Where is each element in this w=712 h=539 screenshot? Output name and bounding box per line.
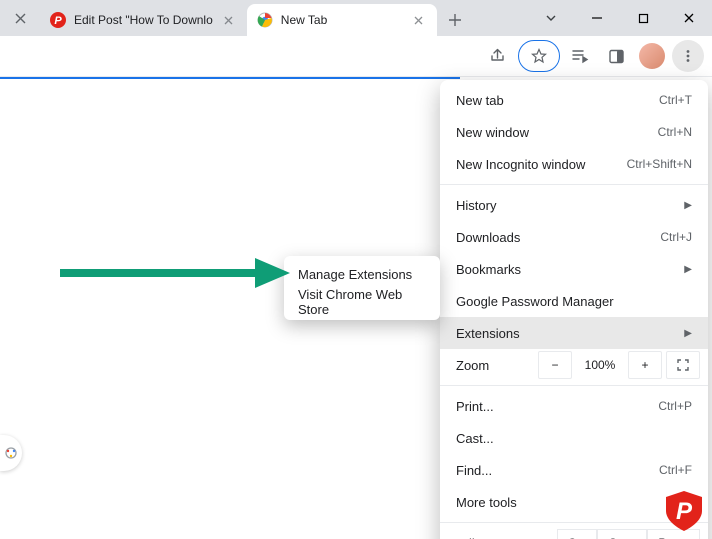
share-icon [489, 47, 507, 65]
menu-history[interactable]: History▶ [440, 189, 708, 221]
side-floating-button[interactable] [0, 435, 22, 471]
menu-cast[interactable]: Cast... [440, 422, 708, 454]
edit-copy-button[interactable]: Copy [597, 529, 647, 539]
favicon-p-icon: P [50, 12, 66, 28]
chevron-right-icon: ▶ [684, 200, 692, 211]
tab-active[interactable]: New Tab [247, 4, 437, 36]
chrome-favicon-icon [257, 12, 273, 28]
maximize-icon [638, 13, 649, 24]
menu-password-manager[interactable]: Google Password Manager [440, 285, 708, 317]
submenu-manage-extensions[interactable]: Manage Extensions [284, 260, 440, 288]
chevron-down-icon [545, 12, 557, 24]
annotation-arrow [60, 258, 290, 288]
chrome-menu-button[interactable] [672, 40, 704, 72]
zoom-label: Zoom [456, 358, 534, 373]
close-icon [414, 16, 423, 25]
watermark-logo: P [662, 489, 706, 533]
arrow-icon [60, 258, 290, 288]
menu-find[interactable]: Find...Ctrl+F [440, 454, 708, 486]
side-panel-icon [608, 48, 625, 65]
window-maximize[interactable] [620, 0, 666, 36]
zoom-out-button[interactable]: − [538, 351, 572, 379]
tab-title: Edit Post "How To Downlo [74, 13, 213, 27]
playlist-icon [571, 47, 589, 65]
kebab-icon [681, 49, 695, 63]
star-icon [531, 48, 547, 64]
bookmark-button[interactable] [518, 40, 560, 72]
svg-text:P: P [676, 498, 693, 525]
edit-label: Edit [456, 536, 557, 539]
new-tab-button[interactable] [441, 6, 469, 34]
tab-strip: P Edit Post "How To Downlo New Tab [0, 0, 712, 36]
menu-zoom-row: Zoom − 100% + [440, 349, 708, 381]
tab-inactive-1[interactable]: P Edit Post "How To Downlo [40, 4, 247, 36]
zoom-value: 100% [576, 352, 624, 378]
zoom-in-button[interactable]: + [628, 351, 662, 379]
menu-divider [440, 184, 708, 185]
share-button[interactable] [482, 40, 514, 72]
fullscreen-icon [677, 359, 689, 371]
close-icon [224, 16, 233, 25]
window-close[interactable] [666, 0, 712, 36]
profile-avatar[interactable] [636, 40, 668, 72]
sparkle-icon [3, 445, 19, 461]
plus-icon [448, 13, 462, 27]
submenu-visit-webstore[interactable]: Visit Chrome Web Store [284, 288, 440, 316]
menu-downloads[interactable]: DownloadsCtrl+J [440, 221, 708, 253]
avatar-icon [639, 43, 665, 69]
chevron-right-icon: ▶ [684, 264, 692, 275]
chevron-right-icon: ▶ [684, 328, 692, 339]
toolbar [0, 36, 712, 77]
tab-close-button[interactable] [221, 12, 237, 28]
dropdown-indicator[interactable] [528, 0, 574, 36]
tab-close-button[interactable] [411, 12, 427, 28]
close-icon [683, 12, 695, 24]
close-icon [15, 13, 26, 24]
chrome-main-menu: New tabCtrl+T New windowCtrl+N New Incog… [440, 80, 708, 539]
menu-extensions[interactable]: Extensions▶ [440, 317, 708, 349]
menu-print[interactable]: Print...Ctrl+P [440, 390, 708, 422]
reading-list-button[interactable] [564, 40, 596, 72]
menu-new-window[interactable]: New windowCtrl+N [440, 116, 708, 148]
menu-new-tab[interactable]: New tabCtrl+T [440, 84, 708, 116]
shield-p-icon: P [662, 489, 706, 533]
extensions-submenu: Manage Extensions Visit Chrome Web Store [284, 256, 440, 320]
svg-text:P: P [54, 15, 62, 27]
tab-strip-close-left[interactable] [0, 0, 40, 36]
menu-divider [440, 385, 708, 386]
minimize-icon [591, 12, 603, 24]
tab-title: New Tab [281, 13, 403, 27]
menu-bookmarks[interactable]: Bookmarks▶ [440, 253, 708, 285]
edit-cut-button[interactable]: Cut [557, 529, 598, 539]
window-minimize[interactable] [574, 0, 620, 36]
side-panel-button[interactable] [600, 40, 632, 72]
menu-new-incognito[interactable]: New Incognito windowCtrl+Shift+N [440, 148, 708, 180]
browser-window: P Edit Post "How To Downlo New Tab [0, 0, 712, 539]
fullscreen-button[interactable] [666, 351, 700, 379]
window-controls [528, 0, 712, 36]
active-tab-highlight [0, 77, 460, 79]
